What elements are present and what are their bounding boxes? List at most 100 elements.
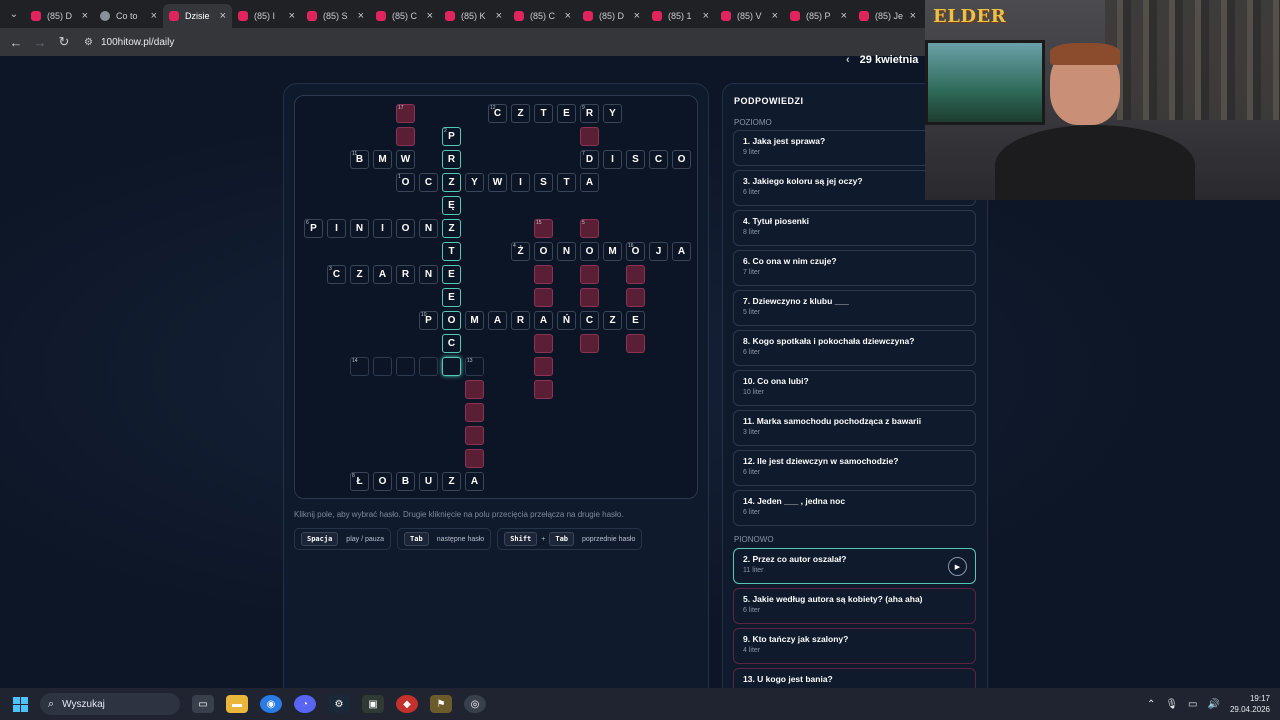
grid-cell[interactable]: M (373, 150, 392, 169)
browser-tab[interactable]: (85) 1 × (646, 4, 715, 28)
prev-day-button[interactable]: ‹ (846, 54, 850, 66)
grid-cell[interactable]: 16 O (626, 242, 645, 261)
grid-cell[interactable] (465, 380, 484, 399)
browser-tab[interactable]: Co to × (94, 4, 163, 28)
clue-item[interactable]: 5. Jakie według autora są kobiety? (aha … (733, 588, 976, 624)
grid-cell[interactable]: 5 (580, 219, 599, 238)
grid-cell[interactable]: 11 B (350, 150, 369, 169)
grid-cell[interactable]: 13 (465, 357, 484, 376)
tool-icon[interactable]: ⚑ (430, 695, 452, 713)
close-icon[interactable]: × (358, 10, 364, 22)
browser-tab[interactable]: (85) C × (370, 4, 439, 28)
grid-cell[interactable] (580, 334, 599, 353)
grid-cell[interactable]: E (557, 104, 576, 123)
clue-item[interactable]: 11. Marka samochodu pochodząca z bawarii… (733, 410, 976, 446)
recorder-icon[interactable]: ◎ (464, 695, 486, 713)
grid-cell[interactable]: Z (511, 104, 530, 123)
clue-item[interactable]: 9. Kto tańczy jak szalony? 4 liter (733, 628, 976, 664)
grid-cell[interactable]: I (373, 219, 392, 238)
close-icon[interactable]: × (703, 10, 709, 22)
grid-cell[interactable]: O (672, 150, 691, 169)
grid-cell[interactable] (465, 426, 484, 445)
grid-cell[interactable]: R (396, 265, 415, 284)
grid-cell[interactable]: S (534, 173, 553, 192)
grid-cell[interactable]: E (442, 265, 461, 284)
clue-item[interactable]: 14. Jeden ___ , jedna noc 6 liter (733, 490, 976, 526)
grid-cell[interactable]: A (465, 472, 484, 491)
grid-cell[interactable]: 12 C (488, 104, 507, 123)
grid-cell[interactable]: 10 P (419, 311, 438, 330)
chrome-icon[interactable]: ◉ (260, 695, 282, 713)
grid-cell[interactable] (396, 357, 415, 376)
grid-cell[interactable]: O (442, 311, 461, 330)
close-icon[interactable]: × (565, 10, 571, 22)
taskbar-search[interactable]: ⌕ Wyszukaj (40, 693, 180, 715)
browser-tab[interactable]: (85) P × (784, 4, 853, 28)
grid-cell[interactable]: A (373, 265, 392, 284)
grid-cell[interactable]: A (488, 311, 507, 330)
grid-cell[interactable]: 4Ż (511, 242, 530, 261)
grid-cell[interactable]: C (649, 150, 668, 169)
grid-cell[interactable]: C (442, 334, 461, 353)
browser-tab[interactable]: (85) S × (301, 4, 370, 28)
grid-cell[interactable] (465, 403, 484, 422)
close-icon[interactable]: × (82, 10, 88, 22)
grid-cell[interactable] (626, 288, 645, 307)
close-icon[interactable]: × (910, 10, 916, 22)
grid-cell[interactable]: 3C (327, 265, 346, 284)
url-field[interactable]: ⚙ 100hitow.pl/daily (84, 37, 174, 48)
microphone-icon[interactable]: 🎙 (1165, 699, 1178, 710)
grid-cell[interactable]: 9R (580, 104, 599, 123)
browser-tab[interactable]: (85) D × (577, 4, 646, 28)
back-button[interactable]: ← (4, 35, 28, 50)
browser-tab[interactable]: (85) D × (25, 4, 94, 28)
tab-search-button[interactable]: ⌄ (3, 4, 25, 24)
grid-cell[interactable]: O (396, 219, 415, 238)
discord-icon[interactable]: ◔ (294, 695, 316, 713)
close-icon[interactable]: × (289, 10, 295, 22)
grid-cell[interactable] (534, 357, 553, 376)
clue-item[interactable]: 2. Przez co autor oszalał? 11 liter ▶ (733, 548, 976, 584)
grid-cell[interactable] (534, 288, 553, 307)
red-app-icon[interactable]: ◆ (396, 695, 418, 713)
grid-cell[interactable]: T (442, 242, 461, 261)
grid-cell[interactable] (626, 334, 645, 353)
grid-cell[interactable]: O (580, 242, 599, 261)
site-info-icon[interactable]: ⚙ (84, 37, 93, 48)
grid-cell[interactable]: C (419, 173, 438, 192)
grid-cell[interactable] (534, 380, 553, 399)
chevron-up-icon[interactable]: ⌃ (1147, 699, 1155, 710)
grid-cell[interactable]: W (488, 173, 507, 192)
grid-cell[interactable] (419, 357, 438, 376)
clue-item[interactable]: 8. Kogo spotkała i pokochała dziewczyna?… (733, 330, 976, 366)
grid-cell[interactable] (396, 127, 415, 146)
close-icon[interactable]: × (634, 10, 640, 22)
file-explorer-icon[interactable]: ▬ (226, 695, 248, 713)
grid-cell[interactable]: 15 (534, 219, 553, 238)
task-view-icon[interactable]: ▭ (192, 695, 214, 713)
grid-cell[interactable]: R (511, 311, 530, 330)
grid-cell[interactable]: A (534, 311, 553, 330)
grid-cell[interactable]: Z (442, 173, 461, 192)
clock[interactable]: 19:17 29.04.2026 (1230, 693, 1270, 715)
browser-tab[interactable]: (85) I × (232, 4, 301, 28)
grid-cell[interactable]: 8Ł (350, 472, 369, 491)
grid-cell[interactable]: A (672, 242, 691, 261)
play-icon[interactable]: ▶ (948, 557, 967, 576)
grid-cell[interactable]: Z (603, 311, 622, 330)
close-icon[interactable]: × (427, 10, 433, 22)
clue-item[interactable]: 12. Ile jest dziewczyn w samochodzie? 6 l… (733, 450, 976, 486)
close-icon[interactable]: × (772, 10, 778, 22)
grid-cell[interactable]: E (442, 288, 461, 307)
browser-tab[interactable]: (85) Je × (853, 4, 922, 28)
volume-icon[interactable]: 🔊 (1208, 699, 1220, 710)
grid-cell[interactable]: R (442, 150, 461, 169)
grid-cell[interactable] (626, 265, 645, 284)
grid-cell[interactable] (580, 265, 599, 284)
grid-cell[interactable]: T (534, 104, 553, 123)
grid-cell[interactable]: 17 (396, 104, 415, 123)
clue-item[interactable]: 4. Tytuł piosenki 8 liter (733, 210, 976, 246)
grid-cell[interactable]: Z (350, 265, 369, 284)
grid-cell[interactable]: O (373, 472, 392, 491)
grid-cell[interactable]: A (580, 173, 599, 192)
